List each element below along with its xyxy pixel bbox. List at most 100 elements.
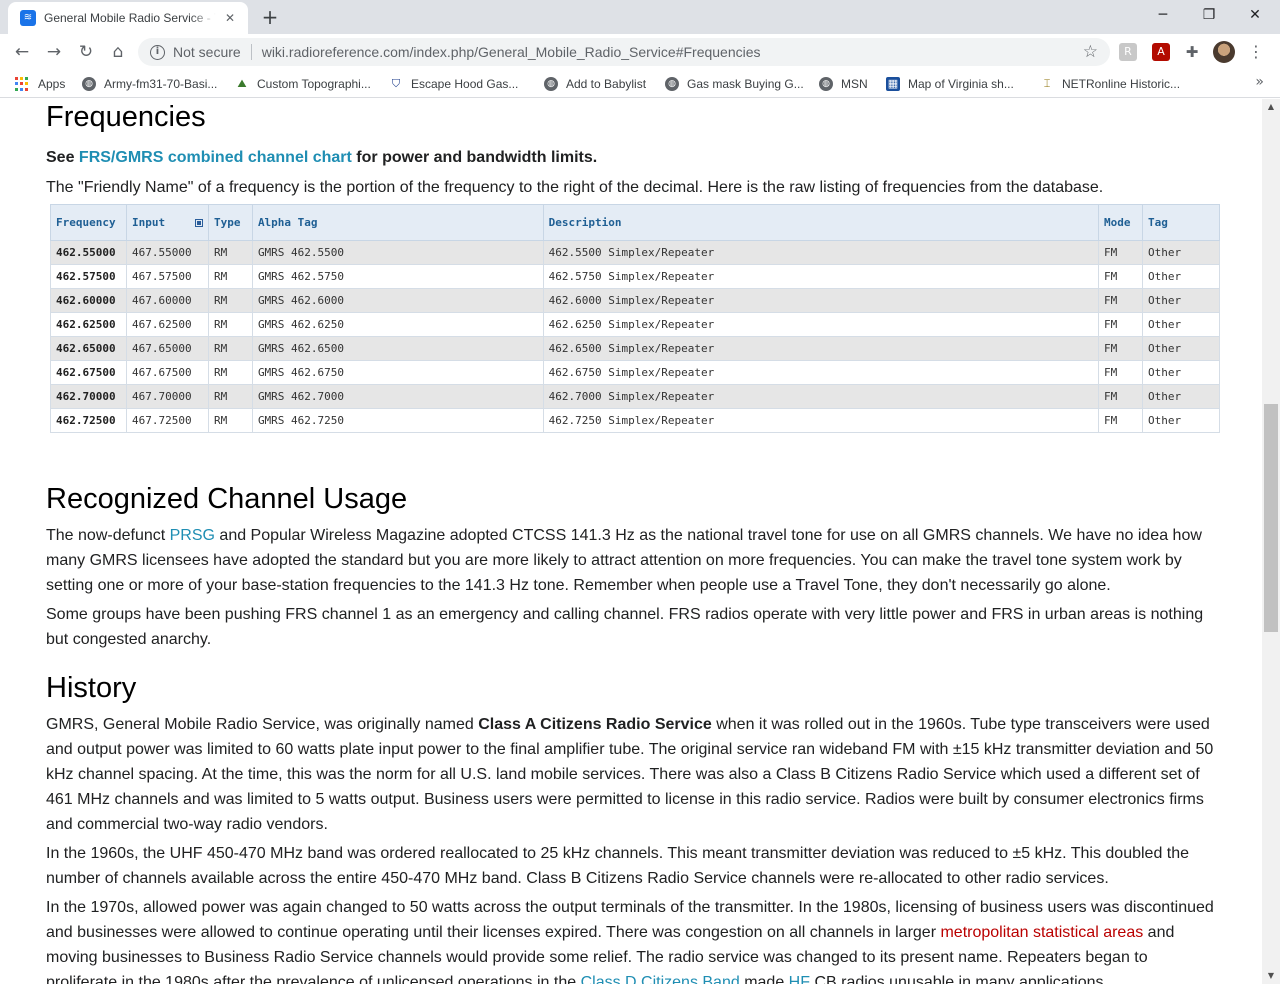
globe-icon: ◍ <box>665 77 679 91</box>
cell-mode: FM <box>1098 336 1143 361</box>
bookmark-netronline[interactable]: ⌶ NETRonline Historic... <box>1040 75 1180 93</box>
cell-type: RM <box>207 312 253 337</box>
bookmark-escape-hood[interactable]: ⛉ Escape Hood Gas... <box>389 75 519 93</box>
cell-mode: FM <box>1098 408 1143 433</box>
history-text: made <box>739 974 789 984</box>
cell-input: 467.67500 <box>125 360 209 385</box>
col-header-description[interactable]: Description <box>542 204 1100 241</box>
reload-button[interactable]: ↻ <box>73 39 99 65</box>
bookmark-label: Add to Babylist <box>566 77 647 91</box>
restore-button[interactable]: ❐ <box>1186 4 1232 26</box>
combined-channel-chart-link[interactable]: FRS/GMRS combined channel chart <box>79 149 352 166</box>
table-row: 462.70000 467.70000 RM GMRS 462.7000 462.700… <box>50 384 1220 409</box>
cell-alpha-tag: GMRS 462.5750 <box>251 264 544 289</box>
bookmark-label: NETRonline Historic... <box>1062 77 1181 91</box>
tab-title: General Mobile Radio Service - The Radio… <box>44 11 216 25</box>
see-suffix: for power and bandwidth limits. <box>351 149 598 166</box>
scrollbar-thumb[interactable] <box>1264 404 1278 632</box>
shield-icon: ⛉ <box>391 77 401 90</box>
forward-button[interactable]: → <box>41 39 67 65</box>
bookmark-msn[interactable]: ◍ MSN <box>819 75 868 93</box>
profile-avatar[interactable] <box>1213 41 1235 63</box>
cell-input: 467.70000 <box>125 384 209 409</box>
cell-alpha-tag: GMRS 462.6000 <box>251 288 544 313</box>
cell-description: 462.7250 Simplex/Repeater <box>542 408 1100 433</box>
columns-icon: ⌶ <box>1043 77 1051 90</box>
usage-text: and Popular Wireless Magazine adopted CT… <box>46 527 1202 594</box>
tab-close-icon[interactable]: ✕ <box>222 10 238 26</box>
table-row: 462.67500 467.67500 RM GMRS 462.6750 462.675… <box>50 360 1220 385</box>
bookmark-babylist[interactable]: ◍ Add to Babylist <box>544 75 646 93</box>
msa-link[interactable]: metropolitan statistical areas <box>940 924 1143 941</box>
cell-mode: FM <box>1098 360 1143 385</box>
cell-type: RM <box>207 240 253 265</box>
cell-description: 462.6000 Simplex/Repeater <box>542 288 1100 313</box>
radioreference-favicon-icon: ≋ <box>20 10 36 26</box>
cell-alpha-tag: GMRS 462.7250 <box>251 408 544 433</box>
col-header-input[interactable]: Input <box>125 204 209 241</box>
col-header-alpha-tag[interactable]: Alpha Tag <box>251 204 544 241</box>
col-header-input-label: Input <box>131 216 166 229</box>
bookmark-star-icon[interactable]: ☆ <box>1083 42 1098 62</box>
cell-type: RM <box>207 264 253 289</box>
bookmark-apps[interactable]: Apps <box>15 75 65 93</box>
scroll-down-arrow-icon[interactable]: ▼ <box>1262 968 1280 984</box>
bookmarks-overflow-icon[interactable]: » <box>1255 74 1264 90</box>
cell-frequency: 462.60000 <box>50 288 127 313</box>
pdf-extension-icon[interactable]: A <box>1152 43 1170 61</box>
menu-icon[interactable]: ⋮ <box>1246 39 1266 65</box>
window-close-button[interactable]: ✕ <box>1232 4 1278 26</box>
tab-strip: ≋ General Mobile Radio Service - The Rad… <box>0 0 1280 34</box>
cell-type: RM <box>207 360 253 385</box>
back-button[interactable]: ← <box>9 39 35 65</box>
prsg-link[interactable]: PRSG <box>170 527 215 544</box>
bookmark-label: Gas mask Buying G... <box>687 77 804 91</box>
cell-mode: FM <box>1098 240 1143 265</box>
bookmark-label: Apps <box>38 77 66 91</box>
map-icon: ▦ <box>886 77 900 91</box>
col-header-tag[interactable]: Tag <box>1142 204 1220 241</box>
cell-frequency: 462.72500 <box>50 408 127 433</box>
home-button[interactable]: ⌂ <box>105 39 131 65</box>
table-row: 462.60000 467.60000 RM GMRS 462.6000 462.600… <box>50 288 1220 313</box>
history-paragraph-2: In the 1960s, the UHF 450-470 MHz band w… <box>46 845 1190 887</box>
sort-icon[interactable] <box>194 219 203 227</box>
hf-link[interactable]: HF <box>789 974 810 984</box>
col-header-mode[interactable]: Mode <box>1098 204 1143 241</box>
new-tab-button[interactable]: + <box>258 6 282 30</box>
browser-tab[interactable]: ≋ General Mobile Radio Service - The Rad… <box>8 2 248 34</box>
class-d-cb-link[interactable]: Class D Citizens Band <box>581 974 740 984</box>
cell-mode: FM <box>1098 384 1143 409</box>
table-row: 462.65000 467.65000 RM GMRS 462.6500 462.650… <box>50 336 1220 361</box>
bookmark-army-fm[interactable]: ◍ Army-fm31-70-Basi... <box>82 75 217 93</box>
bookmark-map-of-virginia[interactable]: ▦ Map of Virginia sh... <box>886 75 1014 93</box>
bookmark-gas-mask-guide[interactable]: ◍ Gas mask Buying G... <box>665 75 804 93</box>
address-bar[interactable]: i Not secure wiki.radioreference.com/ind… <box>138 38 1110 66</box>
see-prefix: See <box>46 149 79 166</box>
cell-tag: Other <box>1142 264 1220 289</box>
cell-description: 462.5500 Simplex/Repeater <box>542 240 1100 265</box>
not-secure-label[interactable]: Not secure <box>173 44 241 60</box>
url-text[interactable]: wiki.radioreference.com/index.php/Genera… <box>262 44 761 60</box>
puzzle-extensions-icon[interactable]: ✚ <box>1183 43 1201 61</box>
cell-input: 467.60000 <box>125 288 209 313</box>
globe-icon: ◍ <box>82 77 96 91</box>
extension-icon[interactable]: R <box>1119 43 1137 61</box>
minimize-button[interactable]: ─ <box>1140 4 1186 26</box>
cell-alpha-tag: GMRS 462.6500 <box>251 336 544 361</box>
frequencies-heading: Frequencies <box>46 101 206 133</box>
info-icon[interactable]: i <box>150 44 165 60</box>
page-scrollbar[interactable]: ▲ ▼ <box>1262 99 1280 984</box>
cell-input: 467.55000 <box>125 240 209 265</box>
cell-alpha-tag: GMRS 462.5500 <box>251 240 544 265</box>
cell-type: RM <box>207 384 253 409</box>
topo-map-icon: ⛰ <box>237 77 247 90</box>
table-row: 462.72500 467.72500 RM GMRS 462.7250 462.725… <box>50 408 1220 433</box>
cell-tag: Other <box>1142 360 1220 385</box>
col-header-frequency[interactable]: Frequency <box>50 204 127 241</box>
cell-input: 467.65000 <box>125 336 209 361</box>
scroll-up-arrow-icon[interactable]: ▲ <box>1262 99 1280 115</box>
bookmark-custom-topographic[interactable]: ⛰ Custom Topographi... <box>235 75 370 93</box>
col-header-type[interactable]: Type <box>207 204 253 241</box>
cell-tag: Other <box>1142 408 1220 433</box>
